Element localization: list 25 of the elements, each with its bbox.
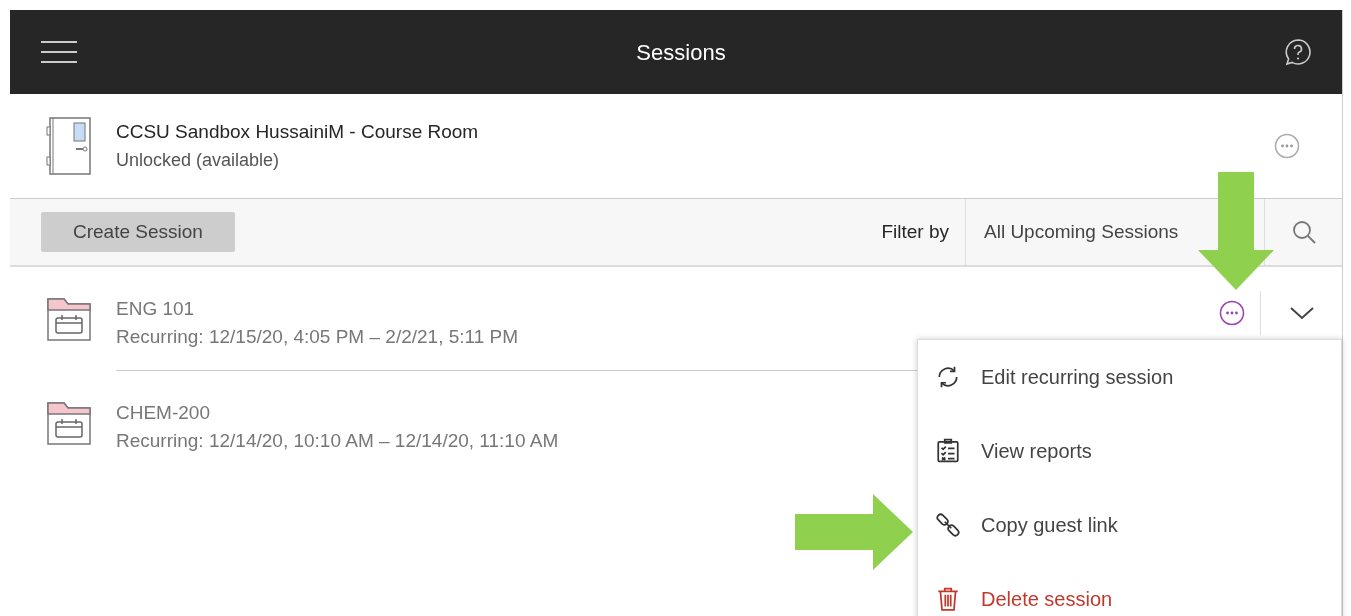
menu-item[interactable]: View reports [918, 414, 1341, 488]
filter-dropdown[interactable]: All Upcoming Sessions [984, 217, 1179, 247]
room-status: Unlocked (available) [116, 148, 280, 172]
menu-item[interactable]: Delete session [918, 562, 1341, 616]
calendar-folder-icon [46, 295, 92, 341]
door-icon [46, 117, 92, 175]
page-title: Sessions [636, 38, 726, 67]
session-name[interactable]: ENG 101 [116, 295, 195, 323]
session-schedule: Recurring: 12/15/20, 4:05 PM – 2/2/21, 5:11 PM [116, 325, 519, 349]
link-icon [935, 512, 961, 538]
help-icon[interactable] [1284, 38, 1312, 66]
search-icon[interactable] [1290, 219, 1317, 245]
filter-label: Filter by [881, 219, 950, 244]
session-schedule: Recurring: 12/14/20, 10:10 AM – 12/14/20, 11:10 AM [116, 429, 559, 453]
calendar-folder-icon [46, 399, 92, 445]
menu-item[interactable]: Edit recurring session [918, 340, 1341, 414]
menu-icon[interactable] [40, 40, 78, 64]
chevron-down-icon[interactable] [1288, 305, 1315, 321]
room-name: CCSU Sandbox HussainiM - Course Room [116, 120, 479, 145]
more-options-icon[interactable] [1219, 300, 1245, 326]
create-session-button[interactable]: Create Session [41, 212, 235, 252]
menu-item[interactable]: Copy guest link [918, 488, 1341, 562]
session-name[interactable]: CHEM-200 [116, 399, 210, 427]
clipboard-checklist-icon [935, 438, 961, 464]
trash-icon [935, 586, 961, 612]
